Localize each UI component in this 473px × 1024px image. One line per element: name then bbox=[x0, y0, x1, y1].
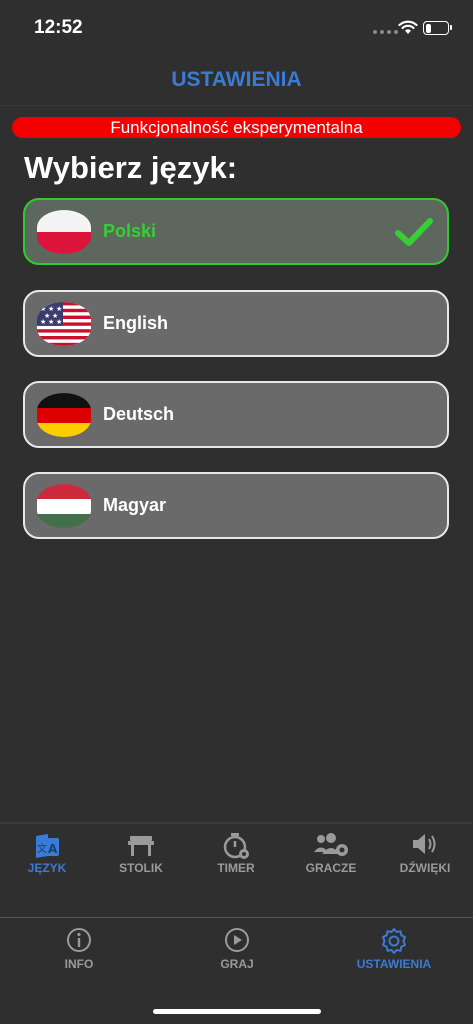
settings-tab-bar: A 文 JĘZYK STOLIK TIMER GRACZE DŹWIĘKI bbox=[0, 824, 473, 918]
hungary-flag-icon bbox=[37, 484, 91, 528]
tab-table[interactable]: STOLIK bbox=[94, 824, 188, 918]
svg-text:A: A bbox=[48, 842, 58, 856]
wifi-icon bbox=[398, 20, 418, 34]
checkmark-icon bbox=[395, 218, 433, 246]
tab-label: TIMER bbox=[217, 861, 255, 875]
tab-language[interactable]: A 文 JĘZYK bbox=[0, 824, 94, 918]
tab-sounds[interactable]: DŹWIĘKI bbox=[378, 824, 472, 918]
germany-flag-icon bbox=[37, 393, 91, 437]
language-option-magyar[interactable]: Magyar bbox=[23, 472, 449, 539]
language-label: Magyar bbox=[103, 495, 167, 515]
nav-label: GRAJ bbox=[220, 957, 254, 971]
nav-info[interactable]: INFO bbox=[0, 918, 158, 988]
language-option-polski[interactable]: Polski bbox=[23, 198, 449, 265]
usa-flag-icon: ★ ★ ★ ★ ★ ★ ★ ★ bbox=[37, 302, 91, 346]
experimental-banner: Funkcjonalność eksperymentalna bbox=[12, 117, 461, 138]
language-label: Polski bbox=[103, 221, 157, 241]
tab-label: JĘZYK bbox=[27, 861, 67, 875]
home-indicator bbox=[153, 1009, 321, 1014]
speaker-icon bbox=[413, 834, 436, 854]
svg-text:★: ★ bbox=[48, 318, 54, 326]
section-title: Wybierz język: bbox=[24, 150, 238, 185]
tab-label: GRACZE bbox=[305, 861, 357, 875]
language-icon: A 文 bbox=[36, 834, 59, 858]
info-icon bbox=[67, 928, 91, 952]
svg-text:文: 文 bbox=[37, 842, 47, 855]
header-divider bbox=[0, 105, 473, 106]
battery-icon bbox=[423, 21, 452, 35]
tab-timer[interactable]: TIMER bbox=[189, 824, 283, 918]
page-title: USTAWIENIA bbox=[171, 68, 302, 91]
language-label: Deutsch bbox=[103, 404, 175, 424]
nav-settings[interactable]: USTAWIENIA bbox=[315, 918, 473, 988]
svg-text:★: ★ bbox=[40, 318, 46, 326]
svg-text:★: ★ bbox=[56, 318, 62, 326]
poland-flag-icon bbox=[37, 210, 91, 254]
tab-label: DŹWIĘKI bbox=[399, 861, 451, 875]
gear-icon bbox=[382, 928, 406, 954]
tab-label: STOLIK bbox=[119, 861, 163, 875]
status-bar: 12:52 bbox=[0, 0, 473, 56]
players-icon bbox=[314, 833, 348, 856]
language-option-english[interactable]: ★ ★ ★ ★ ★ ★ ★ ★ English bbox=[23, 290, 449, 357]
table-icon bbox=[128, 836, 154, 856]
signal-icon bbox=[373, 30, 398, 34]
nav-label: USTAWIENIA bbox=[356, 957, 432, 971]
language-option-deutsch[interactable]: Deutsch bbox=[23, 381, 449, 448]
play-icon bbox=[225, 928, 249, 952]
language-label: English bbox=[103, 313, 169, 333]
nav-play[interactable]: GRAJ bbox=[158, 918, 316, 988]
status-time: 12:52 bbox=[34, 17, 83, 38]
timer-icon bbox=[223, 833, 249, 859]
nav-label: INFO bbox=[64, 957, 94, 971]
tab-players[interactable]: GRACZE bbox=[284, 824, 378, 918]
